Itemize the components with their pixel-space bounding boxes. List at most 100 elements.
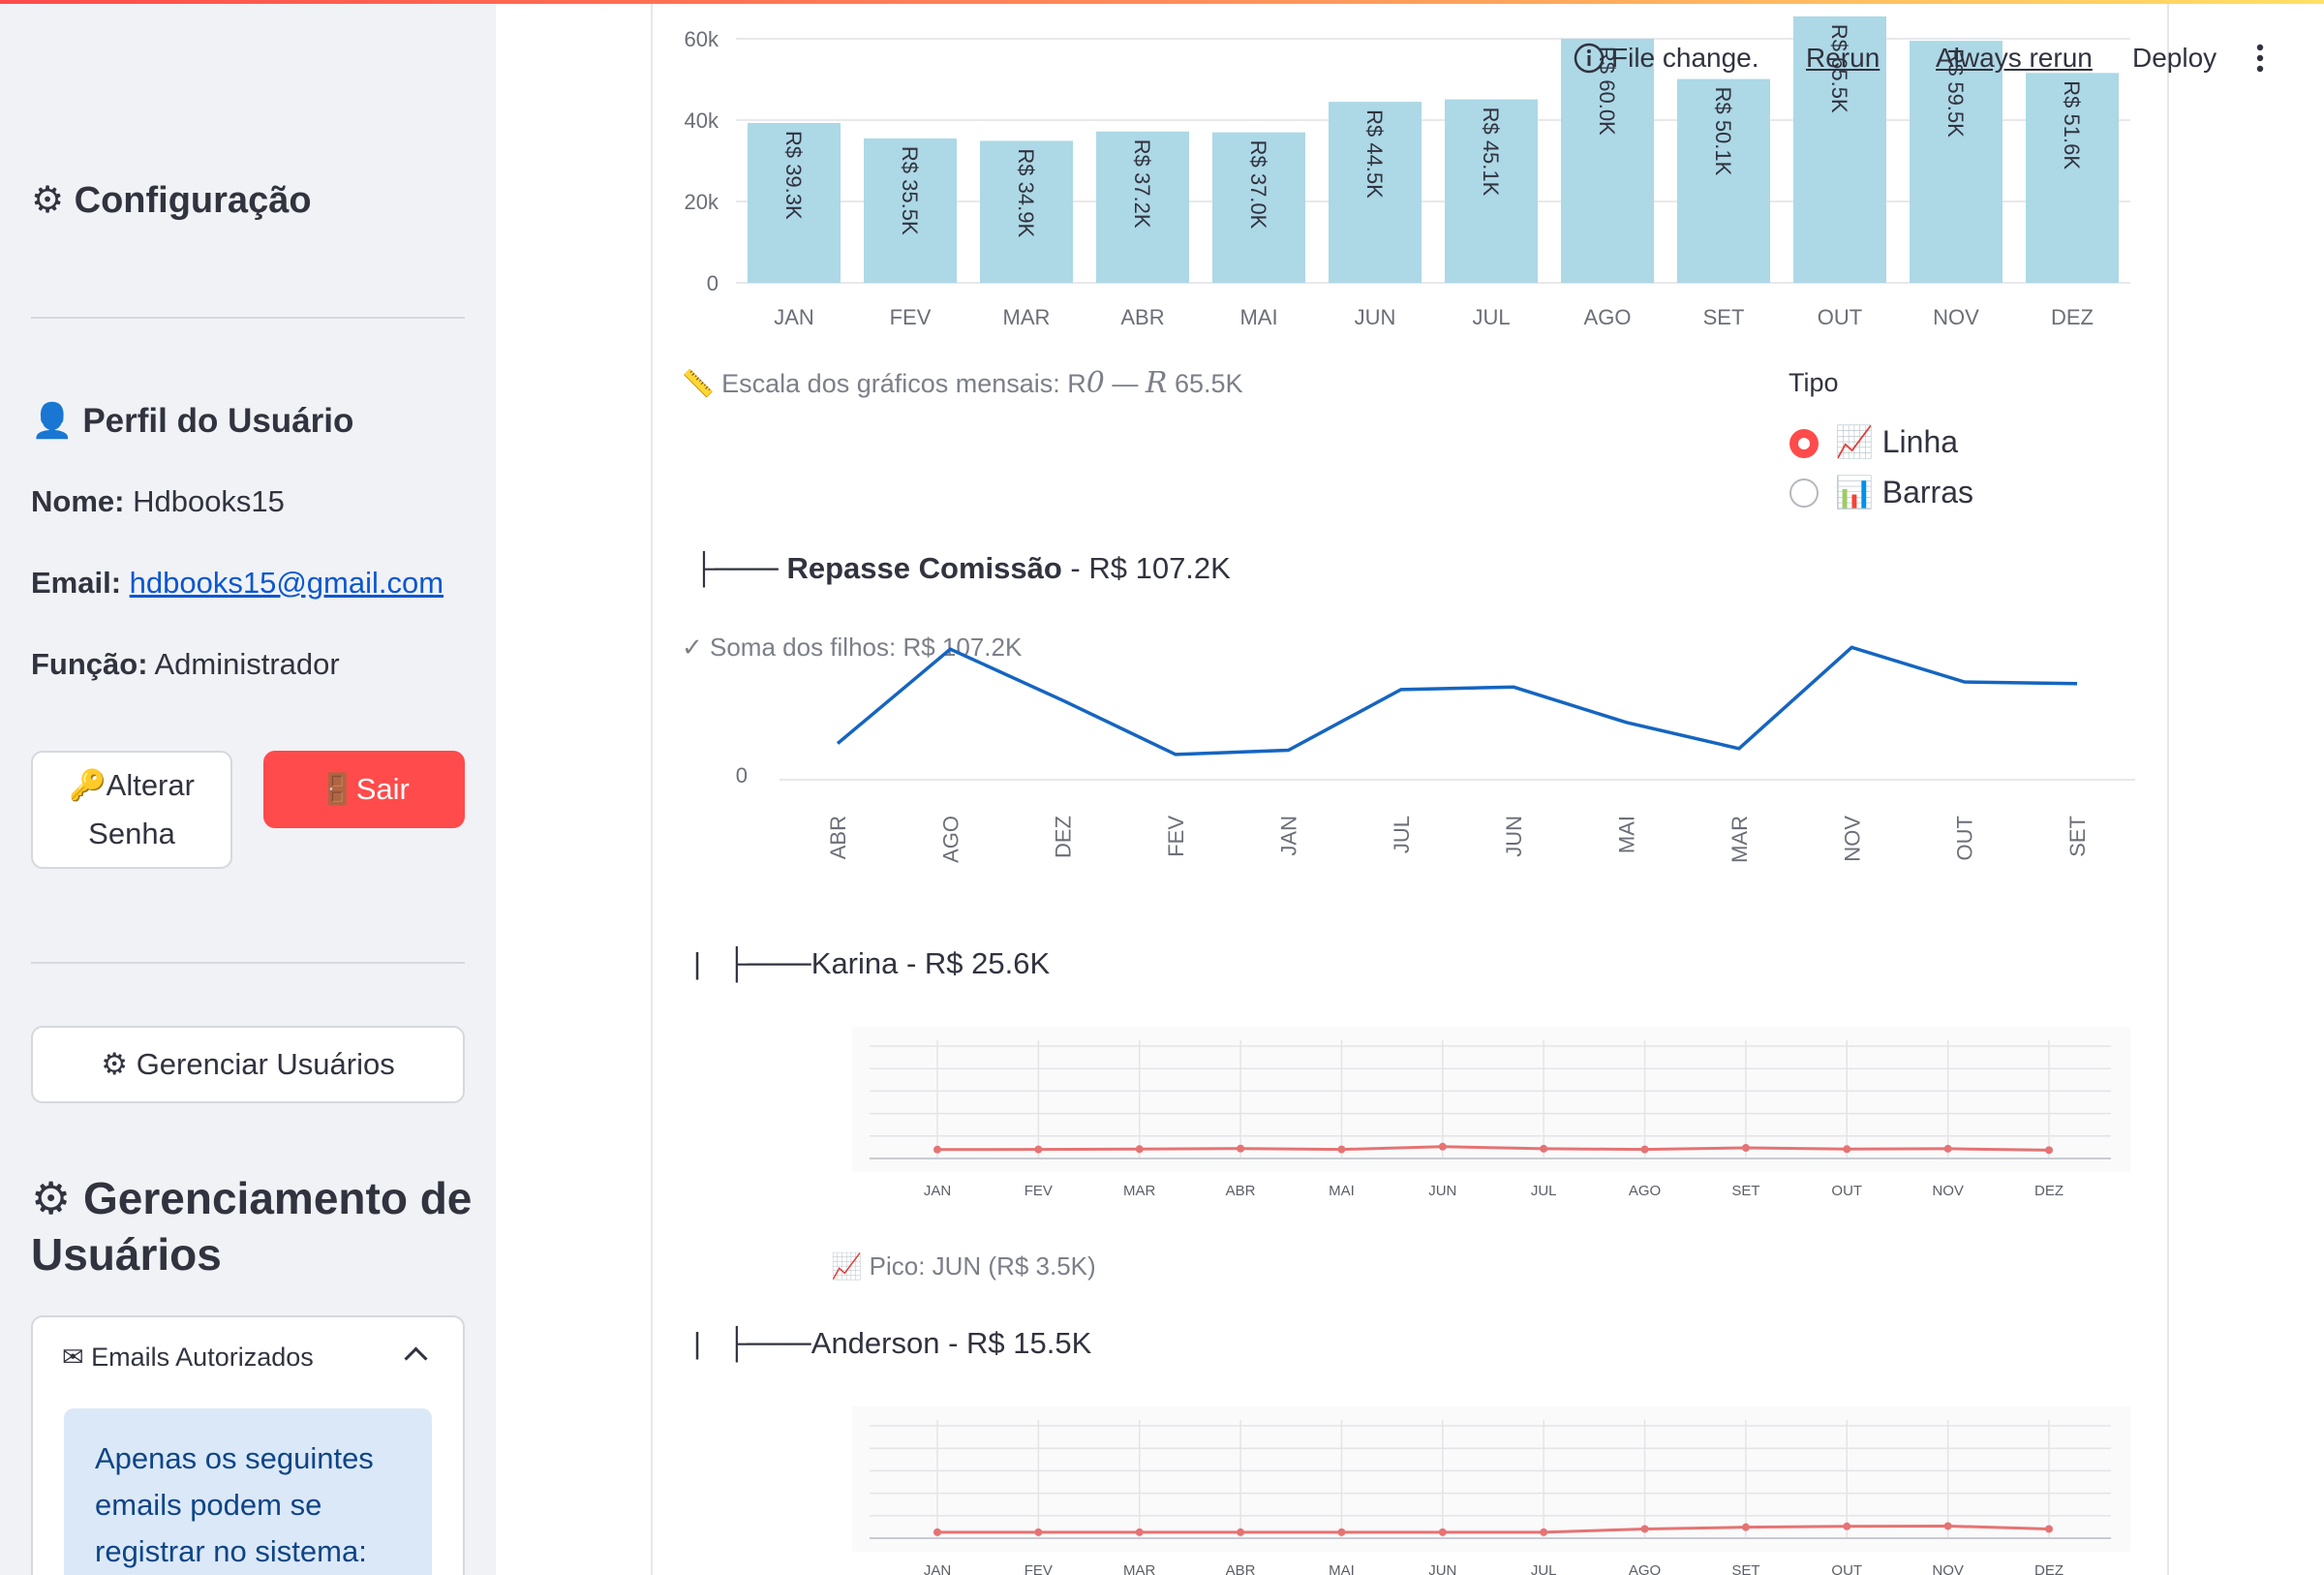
plot-area	[852, 1406, 2130, 1552]
y-tick-label: 20k	[685, 190, 719, 214]
line-chart-icon: 📈	[831, 1251, 863, 1281]
profile-name: Nome: Hdbooks15	[31, 484, 285, 518]
radio-label-linha[interactable]: 📈 Linha	[1835, 423, 1958, 460]
bar-data-label: R$ 39.3K	[781, 131, 806, 220]
repasse-heading: ├─── Repasse Comissão - R$ 107.2K	[693, 551, 1231, 585]
y-tick-label: 0	[736, 763, 748, 788]
series-line	[937, 1524, 2050, 1534]
x-tick-label: AGO	[938, 816, 963, 863]
radio-unselected-indicator[interactable]	[1789, 479, 1819, 508]
x-tick-label: AGO	[1584, 305, 1632, 329]
bar-data-label: R$ 34.9K	[1014, 148, 1038, 237]
x-tick-label: FEV	[1164, 816, 1188, 857]
chevron-up-icon[interactable]	[404, 1346, 428, 1371]
x-tick-label: MAR	[1728, 816, 1752, 863]
data-point	[1943, 1522, 1952, 1530]
anderson-heading: | ├───Anderson - R$ 15.5K	[693, 1326, 1092, 1360]
gear-icon: ⚙	[101, 1047, 129, 1081]
x-tick-label: OUT	[1818, 305, 1862, 329]
x-tick-label: DEZ	[2034, 1562, 2064, 1575]
main-menu-button[interactable]	[2254, 39, 2266, 77]
x-tick-label: OUT	[1831, 1562, 1862, 1575]
data-point	[1034, 1528, 1043, 1536]
x-tick-label: JAN	[1276, 816, 1300, 856]
data-point	[933, 1145, 941, 1154]
data-point	[1741, 1523, 1750, 1531]
data-point	[1640, 1145, 1649, 1154]
x-tick-label: SET	[1731, 1562, 1759, 1575]
data-point	[1540, 1528, 1548, 1536]
x-tick-label: MAI	[1329, 1183, 1355, 1199]
data-point	[2045, 1525, 2053, 1533]
radio-selected-indicator[interactable]	[1789, 429, 1819, 458]
kebab-menu-icon	[2256, 44, 2264, 73]
x-tick-label: ABR	[826, 816, 850, 859]
x-tick-label: MAR	[1003, 305, 1051, 329]
bar-data-label: R$ 45.1K	[1479, 108, 1503, 197]
radio-label-barras[interactable]: 📊 Barras	[1835, 474, 1973, 510]
expander-header[interactable]: ✉ Emails Autorizados	[62, 1343, 314, 1373]
management-heading: ⚙ Gerenciamento de Usuários	[31, 1173, 473, 1280]
always-rerun-button[interactable]: Always rerun	[1936, 39, 2093, 77]
series-line	[936, 1145, 2050, 1152]
x-tick-label: NOV	[1933, 305, 1979, 329]
email-link[interactable]: hdbooks15@gmail.com	[130, 566, 443, 600]
data-point	[1640, 1525, 1649, 1533]
x-tick-label: JAN	[774, 305, 814, 329]
karina-heading: | ├───Karina - R$ 25.6K	[693, 946, 1051, 980]
scale-note: 📏 Escala dos gráficos mensais: R0 — R 65…	[682, 366, 1243, 400]
plot-area	[852, 1027, 2130, 1172]
x-tick-label: JAN	[924, 1183, 951, 1199]
logout-button[interactable]: 🚪 Sair	[263, 751, 465, 828]
x-tick-label: MAI	[1239, 305, 1277, 329]
x-tick-label: DEZ	[2034, 1183, 2064, 1199]
bar-chart-icon: 📊	[1835, 475, 1874, 510]
data-point	[1741, 1144, 1750, 1153]
data-point	[1438, 1142, 1447, 1151]
x-tick-label: FEV	[1024, 1562, 1053, 1575]
change-password-button[interactable]: 🔑Alterar Senha	[31, 751, 232, 869]
ruler-icon: 📏	[682, 369, 715, 398]
file-change-status: File change.	[1573, 39, 1759, 77]
x-tick-label: OUT	[1831, 1183, 1862, 1199]
x-tick-label: MAI	[1615, 816, 1639, 853]
y-tick-label: 0	[707, 271, 719, 295]
data-point	[1237, 1528, 1245, 1536]
door-icon: 🚪	[319, 772, 356, 806]
x-tick-label: NOV	[1932, 1562, 1964, 1575]
x-tick-label: DEZ	[2051, 305, 2094, 329]
manage-users-button[interactable]: ⚙ Gerenciar Usuários	[31, 1026, 465, 1103]
data-point	[1843, 1145, 1851, 1154]
data-point	[1540, 1144, 1548, 1153]
tipo-label: Tipo	[1789, 368, 1839, 397]
x-tick-label: JUL	[1531, 1562, 1557, 1575]
envelope-icon: ✉	[62, 1343, 84, 1372]
rerun-button[interactable]: Rerun	[1806, 39, 1880, 77]
x-tick-label: JAN	[924, 1562, 951, 1575]
data-point	[1237, 1144, 1245, 1153]
peak-note: 📈 Pico: JUN (R$ 3.5K)	[831, 1251, 1096, 1281]
x-tick-label: JUN	[1502, 816, 1526, 857]
profile-heading: 👤 Perfil do Usuário	[31, 402, 354, 440]
bar-data-label: R$ 35.5K	[898, 146, 922, 235]
data-point	[933, 1528, 941, 1536]
x-tick-label: ABR	[1226, 1562, 1256, 1575]
data-point	[2045, 1146, 2053, 1155]
data-point	[1337, 1145, 1346, 1154]
x-tick-label: AGO	[1629, 1183, 1661, 1199]
bar-data-label: R$ 37.2K	[1130, 139, 1154, 229]
divider	[31, 962, 465, 964]
x-tick-label: ABR	[1120, 305, 1164, 329]
x-tick-label: JUN	[1355, 305, 1396, 329]
series-line	[836, 645, 2078, 757]
bar-data-label: R$ 51.6K	[2060, 80, 2084, 170]
bar-data-label: R$ 50.1K	[1711, 87, 1735, 176]
data-point	[1034, 1145, 1043, 1154]
info-icon	[1574, 43, 1605, 74]
data-point	[1438, 1528, 1447, 1536]
y-tick-label: 40k	[685, 108, 719, 133]
deploy-button[interactable]: Deploy	[2132, 39, 2217, 77]
children-sum-note: ✓ Soma dos filhos: R$ 107.2K	[682, 633, 1023, 662]
y-tick-label: 60k	[685, 27, 719, 51]
profile-email: Email: hdbooks15@gmail.com	[31, 566, 444, 600]
